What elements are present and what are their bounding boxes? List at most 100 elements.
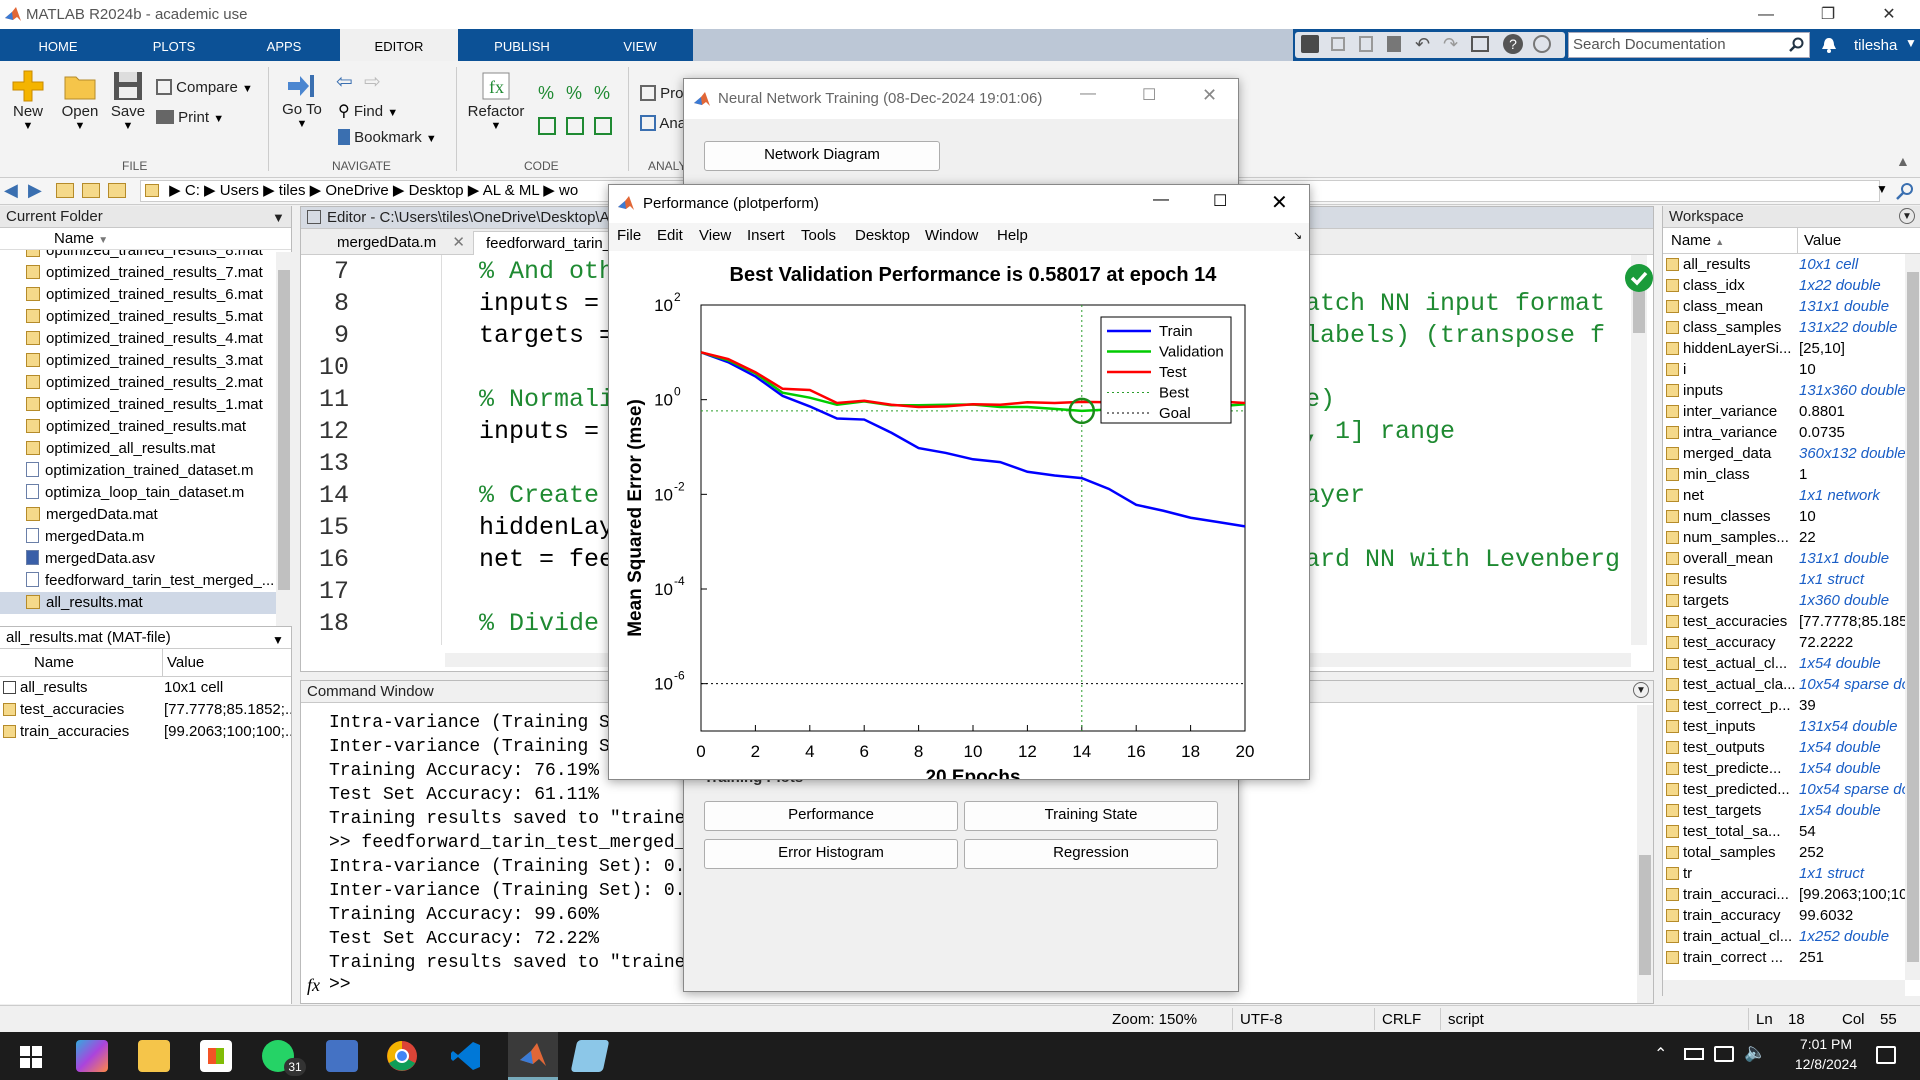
show-hidden-icons[interactable]: ⌃	[1654, 1044, 1667, 1064]
analyze-button[interactable]: Ana	[640, 115, 686, 132]
tab-publish[interactable]: PUBLISH	[484, 29, 560, 61]
help-icon[interactable]: ?	[1503, 34, 1523, 54]
nn-minimize-button[interactable]: —	[1080, 85, 1096, 103]
file-item[interactable]: optimized_trained_results_5.mat	[0, 306, 291, 328]
code-line[interactable]: % Normaliz	[479, 385, 629, 414]
file-item[interactable]: mergedData.m	[0, 526, 291, 548]
details-row[interactable]: train_accuracies [99.2063;100;100;...	[0, 721, 291, 743]
chrome-icon[interactable]	[386, 1040, 418, 1072]
redo-icon[interactable]: ↷	[1443, 34, 1458, 55]
training-state-button[interactable]: Training State	[964, 801, 1218, 831]
open-button[interactable]: Open ▼	[56, 69, 104, 132]
menu-desktop[interactable]: Desktop	[855, 227, 910, 244]
path-dropdown-icon[interactable]: ▼	[1876, 182, 1888, 196]
file-item[interactable]: optimized_trained_results_3.mat	[0, 350, 291, 372]
nn-close-button[interactable]: ✕	[1202, 85, 1217, 106]
workspace-var[interactable]: test_outputs 1x54 double	[1663, 737, 1920, 758]
workspace-var[interactable]: train_actual_cl... 1x252 double	[1663, 926, 1920, 947]
code-line[interactable]: targets =	[479, 321, 614, 350]
calculator-icon[interactable]	[326, 1040, 358, 1072]
matlab-taskbar-button[interactable]	[508, 1032, 558, 1080]
decrease-indent-icon[interactable]	[594, 117, 612, 135]
workspace-var[interactable]: i 10	[1663, 359, 1920, 380]
collapse-toolstrip-icon[interactable]: ▲	[1896, 153, 1910, 169]
workspace-var[interactable]: overall_mean 131x1 double	[1663, 548, 1920, 569]
code-line[interactable]: % And othe	[479, 257, 629, 286]
paste-icon[interactable]	[1387, 36, 1401, 52]
details-name-header[interactable]: Name	[34, 649, 74, 676]
code-line-tail[interactable]: labels) (transpose f	[1305, 321, 1605, 350]
dock-arrow-icon[interactable]: ↘	[1293, 229, 1302, 242]
workspace-var[interactable]: test_accuracies [77.7778;85.185	[1663, 611, 1920, 632]
workspace-scrollbar[interactable]	[1905, 254, 1920, 980]
vscode-icon[interactable]	[450, 1040, 482, 1072]
workspace-var[interactable]: tr 1x1 struct	[1663, 863, 1920, 884]
details-row[interactable]: test_accuracies [77.7778;85.1852;...	[0, 699, 291, 721]
workspace-var[interactable]: train_correct ... 251	[1663, 947, 1920, 968]
code-line[interactable]: net = feed	[479, 545, 629, 574]
tab-view[interactable]: VIEW	[602, 29, 678, 61]
increase-indent-icon[interactable]	[566, 117, 584, 135]
wrap-comments-icon[interactable]: %	[594, 83, 610, 104]
tab-close-icon[interactable]: ✕	[452, 234, 465, 251]
print-button[interactable]: Print ▼	[156, 109, 224, 131]
tab-home[interactable]: HOME	[20, 29, 96, 61]
profiler-button[interactable]: Pro	[640, 85, 684, 102]
path-part[interactable]: Users	[220, 182, 259, 199]
search-input[interactable]: Search Documentation	[1573, 36, 1726, 53]
file-item[interactable]: optimization_trained_dataset.m	[0, 460, 291, 482]
workspace-var[interactable]: intra_variance 0.0735	[1663, 422, 1920, 443]
workspace-var[interactable]: test_actual_cl... 1x54 double	[1663, 653, 1920, 674]
code-analyzer-ok-icon[interactable]	[1624, 263, 1654, 293]
workspace-var[interactable]: results 1x1 struct	[1663, 569, 1920, 590]
performance-button[interactable]: Performance	[704, 801, 958, 831]
windows-start-icon[interactable]	[20, 1046, 42, 1068]
up-folder-icon[interactable]	[56, 183, 74, 198]
back-icon[interactable]: ◀	[4, 180, 18, 201]
workspace-var[interactable]: test_predicted... 10x54 sparse do	[1663, 779, 1920, 800]
command-scrollbar[interactable]	[1637, 705, 1653, 1003]
save-icon[interactable]	[1301, 35, 1319, 53]
editor-scrollbar[interactable]	[1631, 255, 1647, 645]
network-diagram-button[interactable]: Network Diagram	[704, 141, 940, 171]
folder-scrollbar[interactable]	[276, 252, 292, 626]
refactor-button[interactable]: fx Refactor ▼	[466, 69, 526, 132]
file-item[interactable]: feedforward_tarin_test_merged_...	[0, 570, 291, 592]
new-button[interactable]: New ▼	[8, 69, 48, 132]
code-line-tail[interactable]: , 1] range	[1305, 417, 1455, 446]
volume-icon[interactable]: 🔈	[1744, 1042, 1766, 1063]
perf-minimize-button[interactable]: —	[1153, 191, 1169, 209]
options-icon[interactable]	[1533, 35, 1551, 53]
user-menu[interactable]: tilesha	[1854, 37, 1897, 54]
details-value-header[interactable]: Value	[162, 649, 204, 676]
workspace-var[interactable]: num_classes 10	[1663, 506, 1920, 527]
workspace-var[interactable]: hiddenLayerSi... [25,10]	[1663, 338, 1920, 359]
error-histogram-button[interactable]: Error Histogram	[704, 839, 958, 869]
notification-center-icon[interactable]	[1876, 1046, 1896, 1064]
workspace-var[interactable]: train_accuracy 99.6032	[1663, 905, 1920, 926]
code-line-tail[interactable]: atch NN input format	[1305, 289, 1605, 318]
workspace-hscrollbar[interactable]	[1663, 980, 1905, 996]
editor-tab-feedforward[interactable]: feedforward_tarin_	[473, 231, 613, 255]
workspace-var[interactable]: inputs 131x360 double	[1663, 380, 1920, 401]
network-icon[interactable]	[1714, 1046, 1734, 1062]
find-button[interactable]: ⚲ Find ▼	[338, 101, 398, 121]
smart-indent-icon[interactable]	[538, 117, 556, 135]
workspace-var[interactable]: inter_variance 0.8801	[1663, 401, 1920, 422]
panel-menu-icon[interactable]: ▼	[272, 207, 285, 229]
workspace-var[interactable]: test_actual_cla... 10x54 sparse do	[1663, 674, 1920, 695]
menu-file[interactable]: File	[617, 227, 641, 244]
path-part[interactable]: OneDrive	[325, 182, 388, 199]
search-icon[interactable]	[1789, 37, 1805, 53]
goto-button[interactable]: Go To ▼	[280, 71, 324, 130]
quick-access-toolbar[interactable]: ↶ ↷ ?	[1295, 32, 1565, 58]
regression-button[interactable]: Regression	[964, 839, 1218, 869]
file-item[interactable]: optimiza_loop_tain_dataset.m	[0, 482, 291, 504]
details-row[interactable]: all_results 10x1 cell	[0, 677, 291, 699]
file-item[interactable]: mergedData.asv	[0, 548, 291, 570]
command-menu-icon[interactable]: ▼	[1633, 682, 1649, 698]
search-path-icon[interactable]	[1896, 182, 1914, 200]
code-line[interactable]: inputs = m	[479, 289, 629, 318]
user-chevron-icon[interactable]: ▼	[1905, 36, 1917, 50]
workspace-var[interactable]: targets 1x360 double	[1663, 590, 1920, 611]
